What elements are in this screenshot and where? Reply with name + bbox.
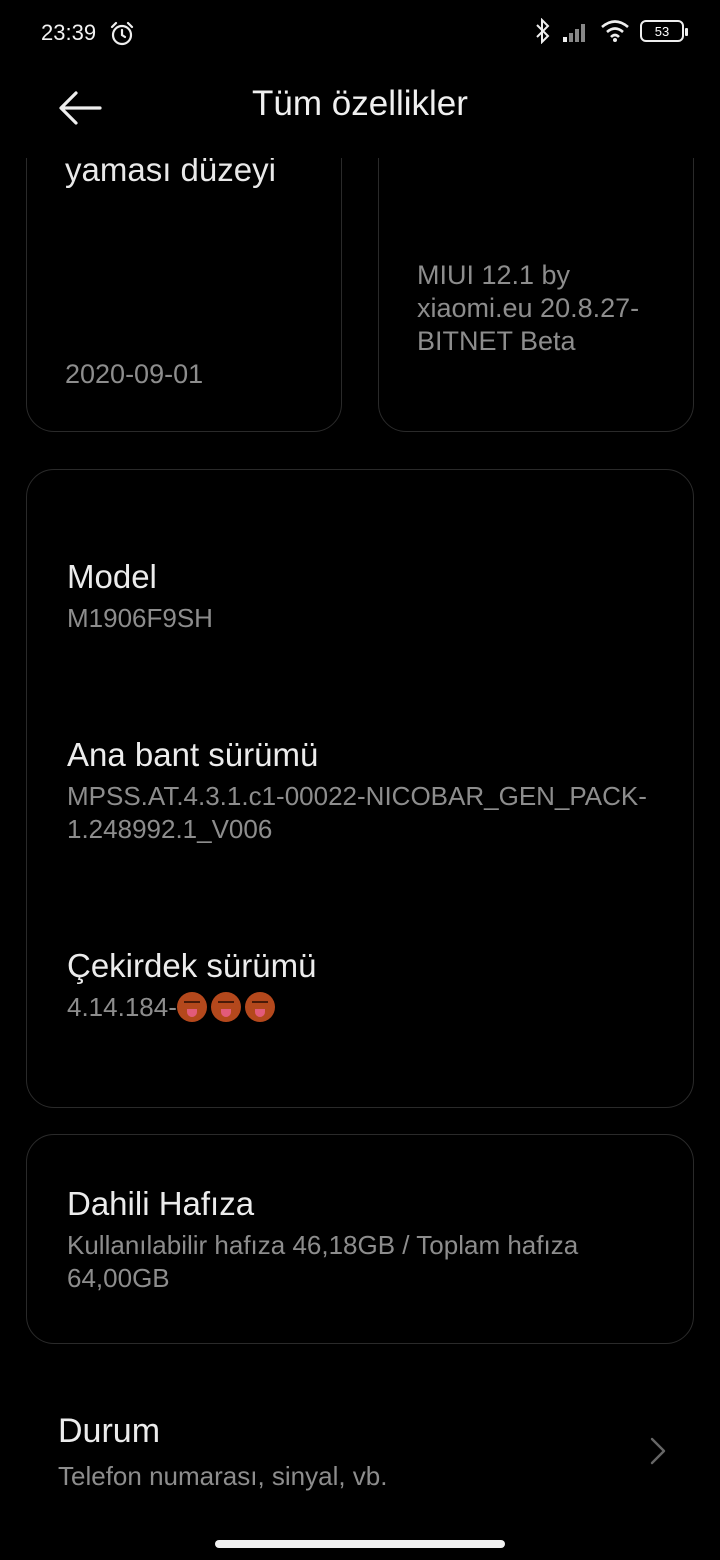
battery-icon: 53 [640, 20, 688, 42]
hot-face-emoji-icon [176, 992, 207, 1022]
top-cards-viewport: yaması düzeyi 2020-09-01 MIUI 12.1 by xi… [0, 158, 720, 448]
storage-card[interactable]: Dahili Hafıza Kullanılabilir hafıza 46,1… [26, 1134, 694, 1344]
status-subtitle: Telefon numarası, sinyal, vb. [58, 1461, 388, 1491]
kernel-value-line: 4.14.184- [67, 991, 667, 1024]
page-title: Tüm özellikler [252, 84, 468, 123]
hot-face-emoji-icon [210, 992, 241, 1022]
baseband-row[interactable]: Ana bant sürümü MPSS.AT.4.3.1.c1-00022-N… [67, 736, 667, 846]
miui-version-value: MIUI 12.1 by xiaomi.eu 20.8.27-BITNET Be… [417, 260, 640, 356]
kernel-row[interactable]: Çekirdek sürümü 4.14.184- [67, 947, 667, 1024]
status-bar: 23:39 53 [0, 0, 720, 68]
model-label: Model [67, 558, 157, 595]
status-row[interactable]: Durum Telefon numarası, sinyal, vb. [58, 1412, 678, 1502]
signal-icon [563, 24, 585, 42]
home-indicator[interactable] [215, 1540, 505, 1548]
baseband-label: Ana bant sürümü [67, 736, 319, 773]
storage-row: Dahili Hafıza Kullanılabilir hafıza 46,1… [67, 1185, 667, 1295]
status-label: Durum [58, 1412, 161, 1450]
app-header: Tüm özellikler [0, 68, 720, 158]
security-patch-heading: yaması düzeyi [65, 158, 276, 188]
hot-face-emoji-icon [244, 992, 275, 1022]
security-patch-card[interactable]: yaması düzeyi 2020-09-01 [26, 158, 342, 432]
kernel-value: 4.14.184- [67, 992, 177, 1022]
storage-label: Dahili Hafıza [67, 1185, 255, 1222]
model-value: M1906F9SH [67, 603, 213, 633]
wifi-icon [601, 20, 629, 42]
bluetooth-icon [536, 18, 550, 44]
chevron-right-icon [650, 1437, 666, 1465]
miui-version-card[interactable]: MIUI 12.1 by xiaomi.eu 20.8.27-BITNET Be… [378, 158, 694, 432]
baseband-value: MPSS.AT.4.3.1.c1-00022-NICOBAR_GEN_PACK-… [67, 781, 647, 844]
alarm-icon [110, 21, 134, 46]
storage-value: Kullanılabilir hafıza 46,18GB / Toplam h… [67, 1230, 579, 1293]
kernel-label: Çekirdek sürümü [67, 947, 317, 984]
security-patch-value: 2020-09-01 [65, 359, 204, 389]
status-time: 23:39 [41, 20, 97, 45]
model-row[interactable]: Model M1906F9SH [67, 558, 667, 635]
battery-level: 53 [654, 23, 670, 39]
device-info-card: Model M1906F9SH Ana bant sürümü MPSS.AT.… [26, 469, 694, 1108]
